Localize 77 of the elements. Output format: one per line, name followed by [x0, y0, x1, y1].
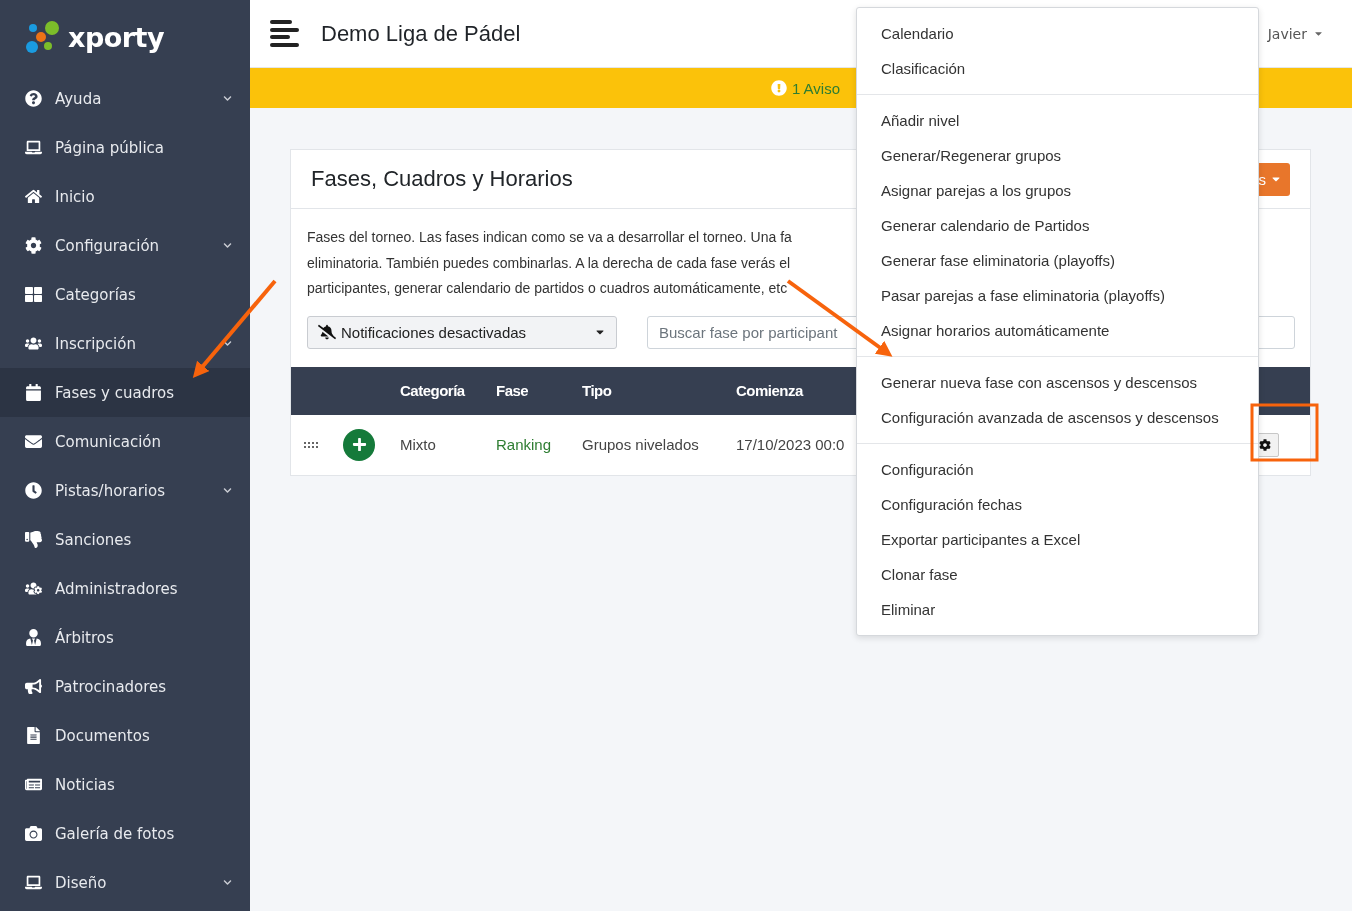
megaphone-icon — [25, 678, 42, 695]
menu-item[interactable]: Asignar horarios automáticamente — [857, 313, 1258, 348]
menu-item[interactable]: Configuración fechas — [857, 487, 1258, 522]
user-tie-icon — [25, 629, 42, 646]
thumbs-down-icon — [25, 531, 42, 548]
menu-item[interactable]: Asignar parejas a los grupos — [857, 173, 1258, 208]
sidebar-item[interactable]: Inscripción — [0, 319, 250, 368]
menu-item[interactable]: Configuración avanzada de ascensos y descensos — [857, 400, 1258, 435]
users-icon — [25, 335, 42, 352]
add-button[interactable] — [343, 428, 375, 461]
table-cell: Mixto — [400, 436, 436, 453]
column-header: Categoría — [400, 382, 465, 399]
sidebar-item[interactable]: Administradores — [0, 564, 250, 613]
settings-icon — [25, 237, 42, 254]
menu-item[interactable]: Clasificación — [857, 51, 1258, 86]
chevron-icon — [223, 339, 232, 348]
column-header: Fase — [496, 382, 529, 399]
menu-item[interactable]: Generar calendario de Partidos — [857, 208, 1258, 243]
sidebar-item[interactable]: Página pública — [0, 123, 250, 172]
page-title: Demo Liga de Pádel — [321, 20, 521, 47]
sidebar-item[interactable]: Configuración — [0, 221, 250, 270]
menu-item[interactable]: Añadir nivel — [857, 103, 1258, 138]
menu-item[interactable]: Generar/Regenerar grupos — [857, 138, 1258, 173]
warning-icon — [770, 80, 787, 96]
sidebar-item[interactable]: Comunicación — [0, 417, 250, 466]
sidebar-item[interactable]: Fases y cuadros — [0, 368, 250, 417]
bell-slash-icon — [318, 323, 336, 341]
phase-link[interactable]: Ranking — [496, 436, 552, 453]
chevron-icon — [223, 241, 232, 250]
menu-item[interactable]: Calendario — [857, 16, 1258, 51]
menu-item[interactable]: Generar nueva fase con ascensos y descensos — [857, 365, 1258, 400]
sidebar-item[interactable]: Inicio — [0, 172, 250, 221]
menu-item[interactable]: Pasar parejas a fase eliminatoria (playoffs) — [857, 278, 1258, 313]
table-cell: 17/10/2023 00:0 — [736, 436, 845, 453]
document-icon — [25, 727, 42, 744]
menu-item[interactable]: Configuración — [857, 452, 1258, 487]
drag-handle-icon[interactable] — [304, 441, 318, 448]
laptop-icon — [25, 139, 42, 156]
column-header: Tipo — [582, 382, 612, 399]
envelope-icon — [25, 433, 42, 450]
calendar-icon — [25, 384, 42, 401]
camera-icon — [25, 825, 42, 842]
chevron-icon — [223, 94, 232, 103]
laptop-icon — [25, 874, 42, 891]
users-gear-icon — [25, 580, 42, 597]
menu-icon[interactable] — [270, 20, 299, 47]
sidebar-item[interactable]: Sanciones — [0, 515, 250, 564]
help-icon — [25, 90, 42, 107]
sidebar-item[interactable]: Patrocinadores — [0, 662, 250, 711]
sidebar-item[interactable]: Noticias — [0, 760, 250, 809]
sidebar-item[interactable]: Ayuda — [0, 74, 250, 123]
sidebar-item[interactable]: Diseño — [0, 858, 250, 907]
home-icon — [25, 188, 42, 205]
plus-icon — [351, 437, 367, 452]
sidebar-item[interactable]: Categorías — [0, 270, 250, 319]
description-text: Fases del torneo. Las fases indican como se va a desarrollar el torneo. Una fa eliminatoria. También puedes combinarlas. A la derecha de cada fase verás el participantes, generar calendario de partidos o cuadros automáticamente, etc — [307, 228, 792, 298]
sidebar-item[interactable]: Pistas/horarios — [0, 466, 250, 515]
notifications-select[interactable]: Notificaciones desactivadas — [307, 315, 617, 349]
sidebar-item[interactable]: Árbitros — [0, 613, 250, 662]
menu-item[interactable]: Generar fase eliminatoria (playoffs) — [857, 243, 1258, 278]
grid-icon — [25, 286, 42, 303]
card-title: Fases, Cuadros y Horarios — [311, 166, 573, 192]
column-header: Comienza — [736, 382, 803, 399]
chevron-icon — [223, 878, 232, 887]
clock-icon — [25, 482, 42, 499]
gear-icon — [1258, 438, 1271, 451]
menu-item[interactable]: Exportar participantes a Excel — [857, 522, 1258, 557]
menu-item[interactable]: Eliminar — [857, 592, 1258, 627]
user-menu[interactable]: Javier — [1267, 25, 1324, 42]
newspaper-icon — [25, 776, 42, 793]
logo-dots-icon — [26, 20, 62, 54]
table-cell: Grupos nivelados — [582, 436, 699, 453]
logo-text: xporty — [68, 21, 165, 53]
sidebar-item[interactable]: Documentos — [0, 711, 250, 760]
menu-item[interactable]: Clonar fase — [857, 557, 1258, 592]
chevron-icon — [223, 486, 232, 495]
sidebar-item[interactable]: Galería de fotos — [0, 809, 250, 858]
